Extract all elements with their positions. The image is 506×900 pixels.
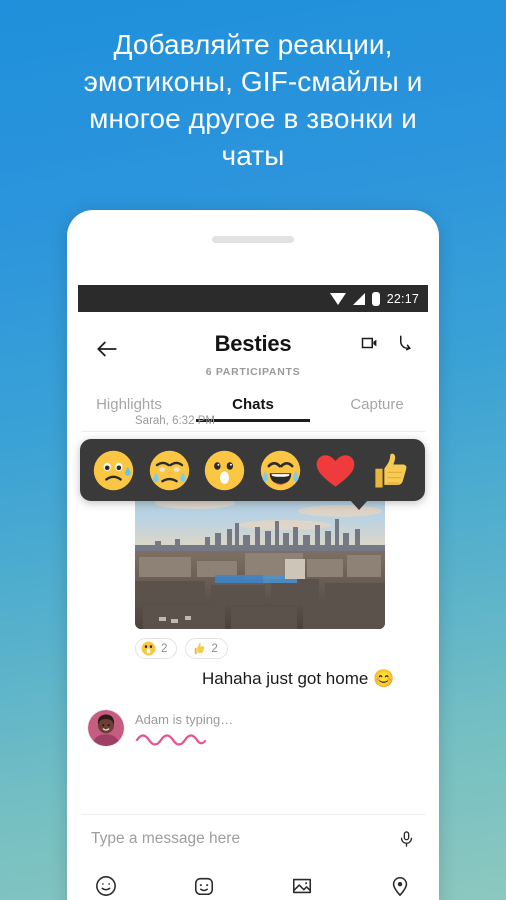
emoticon-icon[interactable] xyxy=(95,875,117,897)
phone-speaker-grill xyxy=(212,236,294,243)
reaction-count: 2 xyxy=(161,642,168,655)
thumbs-up-emoji[interactable] xyxy=(370,449,413,492)
message-input[interactable] xyxy=(91,830,398,848)
microphone-icon[interactable] xyxy=(398,828,415,850)
sticker-bot-icon[interactable] xyxy=(193,875,215,897)
message-composer xyxy=(67,816,439,862)
phone-mockup: 22:17 Besties 6 PARTICIPANTS Highlights xyxy=(67,210,439,900)
video-camera-icon[interactable] xyxy=(361,334,379,352)
reaction-picker-tail xyxy=(349,499,369,510)
photo-icon[interactable] xyxy=(291,875,313,897)
participants-count: 6 PARTICIPANTS xyxy=(205,366,301,378)
app-header: Besties 6 PARTICIPANTS xyxy=(67,322,439,380)
surprised-emoji xyxy=(141,641,156,656)
laughing-tears-emoji[interactable] xyxy=(259,449,302,492)
tab-capture[interactable]: Capture xyxy=(315,390,439,413)
phone-call-icon[interactable] xyxy=(397,334,415,352)
battery-icon xyxy=(371,291,380,306)
status-bar: 22:17 xyxy=(78,285,428,312)
composer-divider xyxy=(81,814,425,815)
header-actions xyxy=(361,334,415,352)
typing-wave-animation xyxy=(135,731,213,752)
crying-emoji[interactable] xyxy=(148,449,191,492)
wifi-icon xyxy=(329,292,346,305)
tab-chats[interactable]: Chats xyxy=(191,390,315,413)
status-bar-clock: 22:17 xyxy=(386,291,419,306)
thumbs-up-emoji xyxy=(195,642,205,655)
sad-sweat-emoji[interactable] xyxy=(92,449,135,492)
tabs-divider xyxy=(81,431,425,432)
typing-text: Adam is typing… xyxy=(135,712,234,727)
signal-icon xyxy=(352,292,365,305)
avatar[interactable] xyxy=(87,709,125,747)
tab-highlights[interactable]: Highlights xyxy=(67,390,191,413)
message-sender-line: Sarah, 6:32 PM xyxy=(135,415,215,427)
previous-message-text: Hahaha just got home 😊 xyxy=(202,669,395,688)
reaction-count: 2 xyxy=(211,642,218,655)
surprised-emoji[interactable] xyxy=(203,449,246,492)
reaction-pill[interactable]: 2 xyxy=(135,638,178,659)
reaction-pill[interactable]: 2 xyxy=(185,638,228,659)
composer-toolbar xyxy=(67,862,439,900)
reaction-picker[interactable] xyxy=(80,439,425,501)
page-title: Добавляйте реакции, эмотиконы, GIF-смайл… xyxy=(83,29,423,171)
location-pin-icon[interactable] xyxy=(389,875,411,897)
message-reactions: 2 2 xyxy=(135,638,228,659)
chat-tabs: Highlights Chats Capture xyxy=(67,390,439,430)
red-heart-emoji[interactable] xyxy=(314,449,357,492)
